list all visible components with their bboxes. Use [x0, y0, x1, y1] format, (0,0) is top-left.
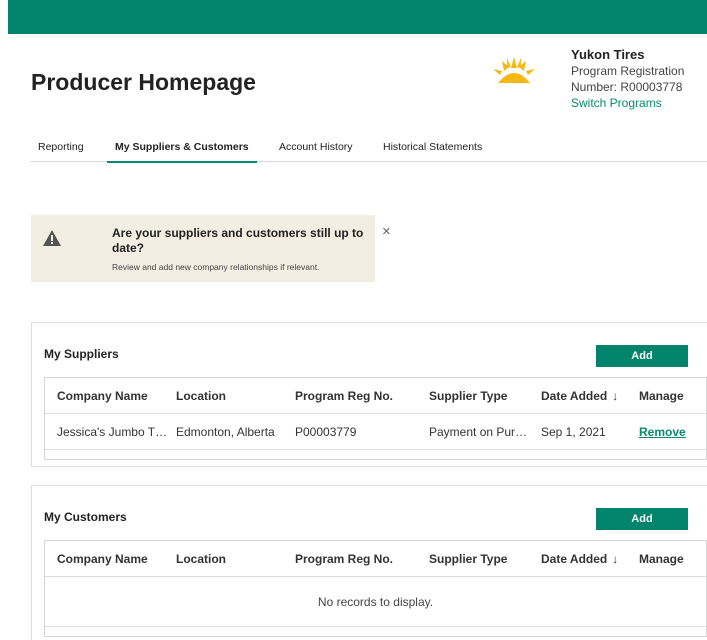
- suppliers-table: Company Name Location Program Reg No. Su…: [44, 377, 707, 460]
- top-banner: [8, 0, 707, 34]
- registration-number: Number: R00003778: [571, 80, 683, 94]
- company-name: Yukon Tires: [571, 47, 645, 62]
- column-header-location[interactable]: Location: [176, 541, 288, 577]
- column-header-date-label: Date Added: [541, 552, 608, 566]
- cell-location: Edmonton, Alberta: [176, 425, 275, 439]
- add-supplier-button[interactable]: Add: [596, 345, 688, 367]
- alert-title: Are your suppliers and customers still u…: [112, 226, 364, 255]
- account-info: Yukon Tires Program Registration Number:…: [571, 46, 707, 111]
- close-icon[interactable]: ×: [382, 224, 391, 239]
- table-header-row: Company Name Location Program Reg No. Su…: [45, 378, 706, 414]
- column-header-manage: Manage: [639, 389, 684, 403]
- switch-programs-link[interactable]: Switch Programs: [571, 95, 707, 111]
- suppliers-title: My Suppliers: [44, 347, 119, 361]
- tab-my-suppliers-customers[interactable]: My Suppliers & Customers: [107, 141, 257, 163]
- tab-bar: Reporting My Suppliers & Customers Accou…: [30, 132, 707, 163]
- sun-icon: [493, 57, 535, 83]
- cell-company: Jessica's Jumbo T…: [57, 425, 168, 439]
- column-header-company[interactable]: Company Name: [57, 378, 169, 414]
- registration-label: Program Registration: [571, 64, 685, 78]
- tab-reporting[interactable]: Reporting: [38, 141, 84, 153]
- arrow-down-icon: ↓: [612, 389, 619, 403]
- column-header-manage: Manage: [639, 552, 684, 566]
- table-footer: [45, 450, 706, 459]
- update-reminder-alert: Are your suppliers and customers still u…: [31, 215, 391, 282]
- column-header-company[interactable]: Company Name: [57, 541, 169, 577]
- remove-supplier-link[interactable]: Remove: [639, 425, 686, 439]
- customers-card: My Customers Add Company Name Location P…: [31, 485, 707, 640]
- column-header-type[interactable]: Supplier Type: [429, 378, 529, 414]
- column-header-reg-no[interactable]: Program Reg No.: [295, 378, 420, 414]
- tab-account-history[interactable]: Account History: [279, 141, 353, 153]
- add-customer-button[interactable]: Add: [596, 508, 688, 530]
- column-header-date[interactable]: Date Added ↓: [541, 378, 631, 414]
- column-header-date[interactable]: Date Added ↓: [541, 541, 631, 577]
- empty-state-text: No records to display.: [45, 577, 706, 627]
- cell-date: Sep 1, 2021: [541, 425, 606, 439]
- alert-subtitle: Review and add new company relationships…: [112, 262, 320, 272]
- cell-type: Payment on Pur…: [429, 425, 528, 439]
- customers-table: Company Name Location Program Reg No. Su…: [44, 540, 707, 637]
- tab-historical-statements[interactable]: Historical Statements: [383, 141, 482, 153]
- manage-cell: Remove: [639, 414, 699, 450]
- suppliers-card: My Suppliers Add Company Name Location P…: [31, 322, 707, 467]
- table-header-row: Company Name Location Program Reg No. Su…: [45, 541, 706, 577]
- column-header-date-label: Date Added: [541, 389, 608, 403]
- cell-reg-no: P00003779: [295, 425, 357, 439]
- page-title: Producer Homepage: [31, 69, 256, 95]
- warning-icon: [43, 230, 61, 246]
- column-header-type[interactable]: Supplier Type: [429, 541, 529, 577]
- customers-title: My Customers: [44, 510, 127, 524]
- column-header-location[interactable]: Location: [176, 378, 288, 414]
- table-row: Jessica's Jumbo T… Edmonton, Alberta P00…: [45, 414, 706, 450]
- arrow-down-icon: ↓: [612, 552, 619, 566]
- column-header-reg-no[interactable]: Program Reg No.: [295, 541, 420, 577]
- table-footer: [45, 627, 706, 636]
